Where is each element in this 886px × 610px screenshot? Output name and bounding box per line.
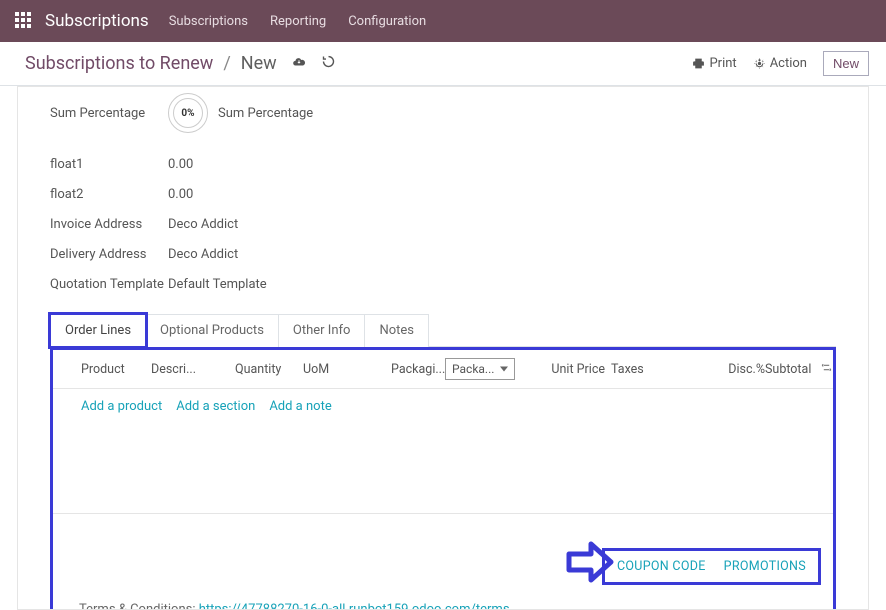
print-button[interactable]: Print: [692, 56, 736, 71]
nav-subscriptions[interactable]: Subscriptions: [169, 14, 248, 29]
th-product[interactable]: Product: [81, 362, 151, 377]
print-label: Print: [709, 56, 736, 71]
th-description[interactable]: Descri...: [151, 362, 235, 377]
top-nav: Subscriptions Subscriptions Reporting Co…: [0, 0, 886, 42]
breadcrumb-bar: Subscriptions to Renew / New Print Actio…: [0, 42, 886, 86]
tab-optional-products[interactable]: Optional Products: [145, 314, 279, 347]
sum-percentage-label: Sum Percentage: [50, 106, 168, 121]
columns-toggle-icon[interactable]: [811, 361, 833, 378]
field-quotation-template: Quotation Template Default Template: [50, 269, 836, 299]
breadcrumb-current: New: [241, 53, 277, 74]
add-note-link[interactable]: Add a note: [269, 399, 331, 414]
float1-label: float1: [50, 157, 168, 172]
table-empty-spacer: [53, 514, 833, 542]
field-invoice-address: Invoice Address Deco Addict: [50, 209, 836, 239]
field-delivery-address: Delivery Address Deco Addict: [50, 239, 836, 269]
th-packaging[interactable]: Packagi...: [391, 362, 445, 377]
add-row: Add a product Add a section Add a note: [53, 389, 833, 424]
terms-link[interactable]: https://47788270-16-0-all.runbot159.odoo…: [199, 602, 510, 610]
breadcrumb-back[interactable]: Subscriptions to Renew: [25, 53, 213, 74]
form-sheet: Sum Percentage 0% Sum Percentage float1 …: [17, 86, 869, 610]
th-subtotal[interactable]: Subtotal: [765, 362, 811, 377]
order-lines-panel: Product Descri... Quantity UoM Packagi..…: [50, 347, 836, 610]
float2-label: float2: [50, 187, 168, 202]
delivery-address-label: Delivery Address: [50, 247, 168, 262]
tab-other-info[interactable]: Other Info: [278, 314, 366, 347]
th-unit-price[interactable]: Unit Price: [515, 362, 605, 377]
action-label: Action: [770, 56, 807, 71]
th-quantity[interactable]: Quantity: [235, 362, 303, 377]
breadcrumb-sep: /: [223, 53, 230, 74]
tab-order-lines[interactable]: Order Lines: [50, 314, 146, 347]
promotions-button[interactable]: PROMOTIONS: [724, 559, 806, 574]
tab-notes[interactable]: Notes: [364, 314, 429, 347]
coupon-promotions-box: COUPON CODE PROMOTIONS: [602, 548, 821, 585]
invoice-address-label: Invoice Address: [50, 217, 168, 232]
nav-reporting[interactable]: Reporting: [270, 14, 326, 29]
tabs: Order Lines Optional Products Other Info…: [50, 313, 836, 610]
th-package-select[interactable]: Packa...: [445, 358, 515, 380]
order-footer: COUPON CODE PROMOTIONS Terms & Condition…: [53, 542, 833, 610]
th-uom[interactable]: UoM: [303, 362, 391, 377]
action-button[interactable]: Action: [753, 56, 807, 71]
discard-icon[interactable]: [321, 54, 336, 73]
brand-title: Subscriptions: [45, 11, 149, 31]
th-taxes[interactable]: Taxes: [605, 362, 675, 377]
field-float1: float1 0.00: [50, 149, 836, 179]
field-float2: float2 0.00: [50, 179, 836, 209]
apps-icon[interactable]: [15, 12, 33, 30]
float2-value[interactable]: 0.00: [168, 187, 193, 202]
add-product-link[interactable]: Add a product: [81, 399, 162, 414]
quotation-template-value[interactable]: Default Template: [168, 277, 267, 292]
coupon-code-button[interactable]: COUPON CODE: [617, 559, 706, 574]
th-discount[interactable]: Disc.%: [675, 362, 765, 377]
table-empty-area: [53, 424, 833, 514]
sum-percentage-caption: Sum Percentage: [218, 106, 313, 121]
table-header-row: Product Descri... Quantity UoM Packagi..…: [53, 350, 833, 389]
package-dropdown[interactable]: Packa...: [445, 358, 515, 380]
add-section-link[interactable]: Add a section: [176, 399, 255, 414]
nav-configuration[interactable]: Configuration: [348, 14, 426, 29]
float1-value[interactable]: 0.00: [168, 157, 193, 172]
quotation-template-label: Quotation Template: [50, 277, 168, 292]
delivery-address-value[interactable]: Deco Addict: [168, 247, 238, 262]
new-button[interactable]: New: [823, 51, 869, 76]
gauge-value: 0%: [173, 98, 203, 128]
terms-prefix: Terms & Conditions:: [79, 602, 199, 610]
cloud-save-icon[interactable]: [291, 55, 307, 73]
invoice-address-value[interactable]: Deco Addict: [168, 217, 238, 232]
gauge-icon: 0%: [168, 93, 208, 133]
field-sum-percentage: Sum Percentage 0% Sum Percentage: [50, 87, 836, 135]
